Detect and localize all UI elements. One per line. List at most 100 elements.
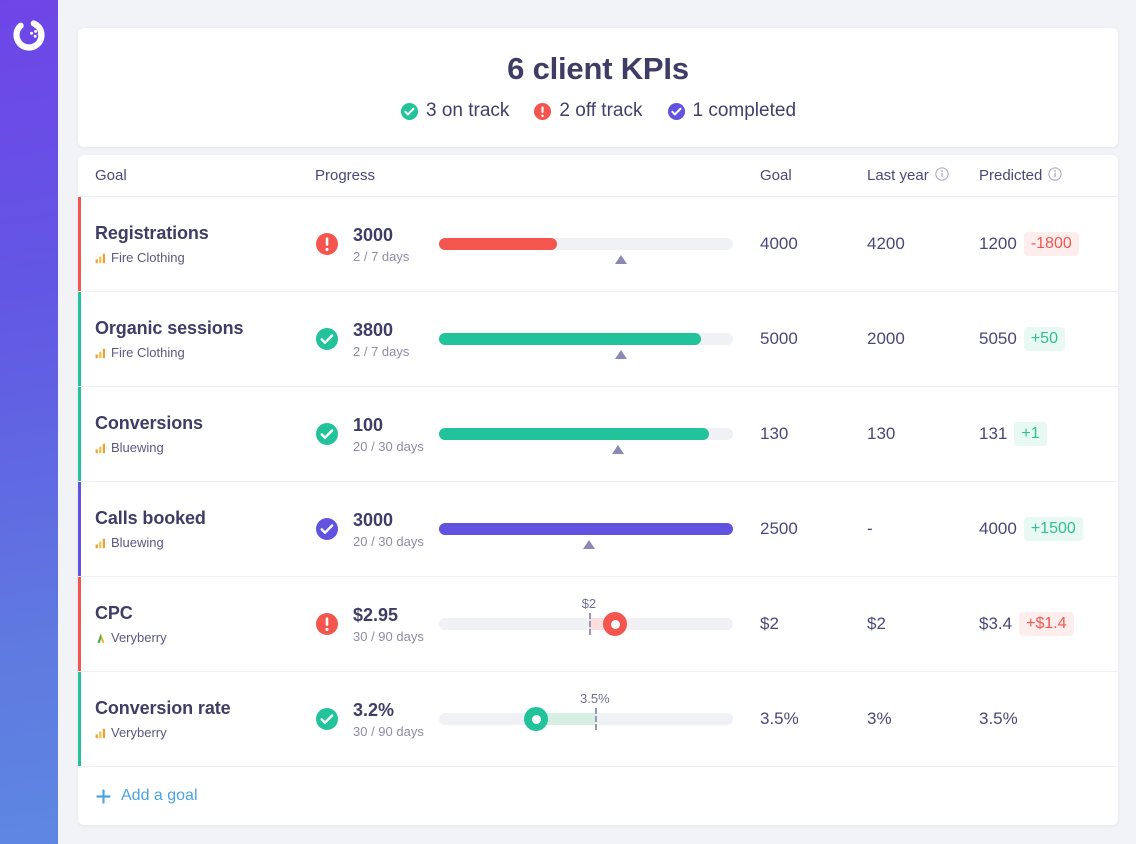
progress-cell: $2.95 30 / 90 days $2	[315, 596, 760, 649]
days-elapsed: 20 / 30 days	[353, 438, 424, 454]
target-value: 2500	[760, 519, 798, 538]
client-label: Bluewing	[95, 440, 315, 455]
column-header-progress[interactable]: Progress	[315, 167, 760, 184]
last-year-value: 130	[867, 424, 896, 443]
predicted-value: 131	[979, 424, 1008, 443]
table-row[interactable]: Conversions Bluewing 100 20 / 30 days 130 130…	[78, 387, 1118, 482]
progress-fill	[439, 428, 710, 440]
client-label: Fire Clothing	[95, 345, 315, 360]
target-value: 5000	[760, 329, 798, 348]
days-elapsed: 2 / 7 days	[353, 343, 410, 359]
add-goal-button[interactable]: Add a goal	[121, 787, 198, 805]
target-value: 3.5%	[760, 709, 799, 728]
progress-bar[interactable]	[439, 314, 733, 364]
client-label: Bluewing	[95, 535, 315, 550]
current-value: 3.2%	[353, 699, 395, 720]
check-circle-icon	[667, 102, 686, 121]
progress-bar[interactable]	[439, 409, 733, 459]
goal-name[interactable]: Organic sessions	[95, 318, 315, 339]
current-value-group: 100 20 / 30 days	[353, 415, 437, 454]
pace-marker-icon	[582, 540, 595, 549]
progress-bar[interactable]	[439, 219, 733, 269]
goal-cell: Organic sessions Fire Clothing	[95, 318, 315, 360]
info-icon[interactable]	[935, 166, 949, 185]
client-name: Veryberry	[111, 725, 167, 740]
client-name: Bluewing	[111, 535, 164, 550]
value-knob[interactable]	[524, 707, 549, 731]
table-row[interactable]: Calls booked Bluewing 3000 20 / 30 days 2500…	[78, 482, 1118, 577]
check-circle-icon	[400, 102, 419, 121]
table-row[interactable]: Organic sessions Fire Clothing 3800 2 / 7 d…	[78, 292, 1118, 387]
progress-slider[interactable]: 3.5%	[439, 691, 733, 744]
progress-bar[interactable]	[439, 504, 733, 554]
predicted-cell: 131 +1	[979, 422, 1099, 446]
last-year-value: $2	[867, 614, 886, 633]
current-value-group: 3000 20 / 30 days	[353, 510, 437, 549]
client-label: Veryberry	[95, 630, 315, 645]
predicted-delta-badge: +50	[1023, 327, 1065, 351]
goal-name[interactable]: Conversion rate	[95, 698, 315, 719]
table-row[interactable]: CPC Veryberry $2.95 30 / 90 days $2 $2 $2 $3.4 +…	[78, 577, 1118, 672]
status-summary: 3 on track 2 off track 1 completed	[78, 100, 1118, 122]
table-body: Registrations Fire Clothing 3000 2 / 7 days…	[78, 197, 1118, 767]
goal-name[interactable]: Calls booked	[95, 508, 315, 529]
predicted-value: $3.4	[979, 614, 1013, 633]
goal-name[interactable]: Conversions	[95, 413, 315, 434]
column-header-last-year[interactable]: Last year	[867, 166, 979, 185]
table-row[interactable]: Registrations Fire Clothing 3000 2 / 7 days…	[78, 197, 1118, 292]
status-badge-label: 3 on track	[425, 100, 510, 121]
status-badge-label: 1 completed	[692, 100, 797, 121]
last-year-value: 4200	[867, 234, 905, 253]
client-label: Fire Clothing	[95, 250, 315, 265]
kpi-table: Goal Progress Goal Last year Predicted R…	[78, 155, 1118, 825]
target-line-label: 3.5%	[579, 691, 610, 706]
current-value: 3800	[353, 319, 394, 340]
goal-name[interactable]: CPC	[95, 603, 315, 624]
predicted-cell: 1200 -1800	[979, 232, 1099, 256]
days-elapsed: 20 / 30 days	[353, 533, 424, 549]
predicted-delta-badge: +1500	[1023, 517, 1083, 541]
progress-slider[interactable]: $2	[439, 596, 733, 649]
client-name: Fire Clothing	[111, 250, 185, 265]
current-value: 3000	[353, 224, 394, 245]
column-header-goal[interactable]: Goal	[95, 167, 315, 184]
exclamation-circle-icon	[533, 102, 552, 121]
databox-logo[interactable]	[11, 17, 47, 53]
info-icon[interactable]	[1048, 166, 1063, 185]
bar-chart-icon	[95, 442, 107, 454]
target-value: $2	[760, 614, 779, 633]
check-circle-icon	[315, 517, 339, 541]
progress-fill	[439, 333, 701, 345]
row-status-strip	[78, 482, 81, 576]
target-line-label: $2	[581, 596, 597, 611]
row-status-strip	[78, 292, 81, 386]
table-row[interactable]: Conversion rate Veryberry 3.2% 30 / 90 days…	[78, 672, 1118, 767]
current-value: 3000	[353, 509, 394, 530]
days-elapsed: 30 / 90 days	[353, 723, 424, 739]
row-status-strip	[78, 672, 81, 766]
goal-cell: Registrations Fire Clothing	[95, 223, 315, 265]
progress-cell: 3.2% 30 / 90 days 3.5%	[315, 691, 760, 744]
bar-chart-icon	[95, 252, 107, 264]
row-status-strip	[78, 197, 81, 291]
goal-name[interactable]: Registrations	[95, 223, 315, 244]
predicted-value: 1200	[979, 234, 1017, 253]
client-name: Veryberry	[111, 630, 167, 645]
progress-cell: 3000 20 / 30 days	[315, 504, 760, 554]
pace-marker-icon	[615, 350, 628, 359]
column-header-predicted[interactable]: Predicted	[979, 166, 1099, 185]
row-status-strip	[78, 387, 81, 481]
last-year-value: 2000	[867, 329, 905, 348]
value-knob[interactable]	[603, 612, 628, 636]
predicted-value: 3.5%	[979, 709, 1018, 728]
current-value-group: $2.95 30 / 90 days	[353, 605, 437, 644]
progress-fill	[439, 523, 733, 535]
column-header-target[interactable]: Goal	[760, 167, 867, 184]
column-header-last-year-label: Last year	[867, 167, 929, 184]
predicted-delta-badge: +$1.4	[1019, 612, 1074, 636]
plus-icon[interactable]	[95, 788, 112, 805]
client-name: Bluewing	[111, 440, 164, 455]
status-badge-completed: 1 completed	[667, 100, 797, 122]
column-header-predicted-label: Predicted	[979, 167, 1043, 184]
sidebar	[0, 0, 58, 844]
